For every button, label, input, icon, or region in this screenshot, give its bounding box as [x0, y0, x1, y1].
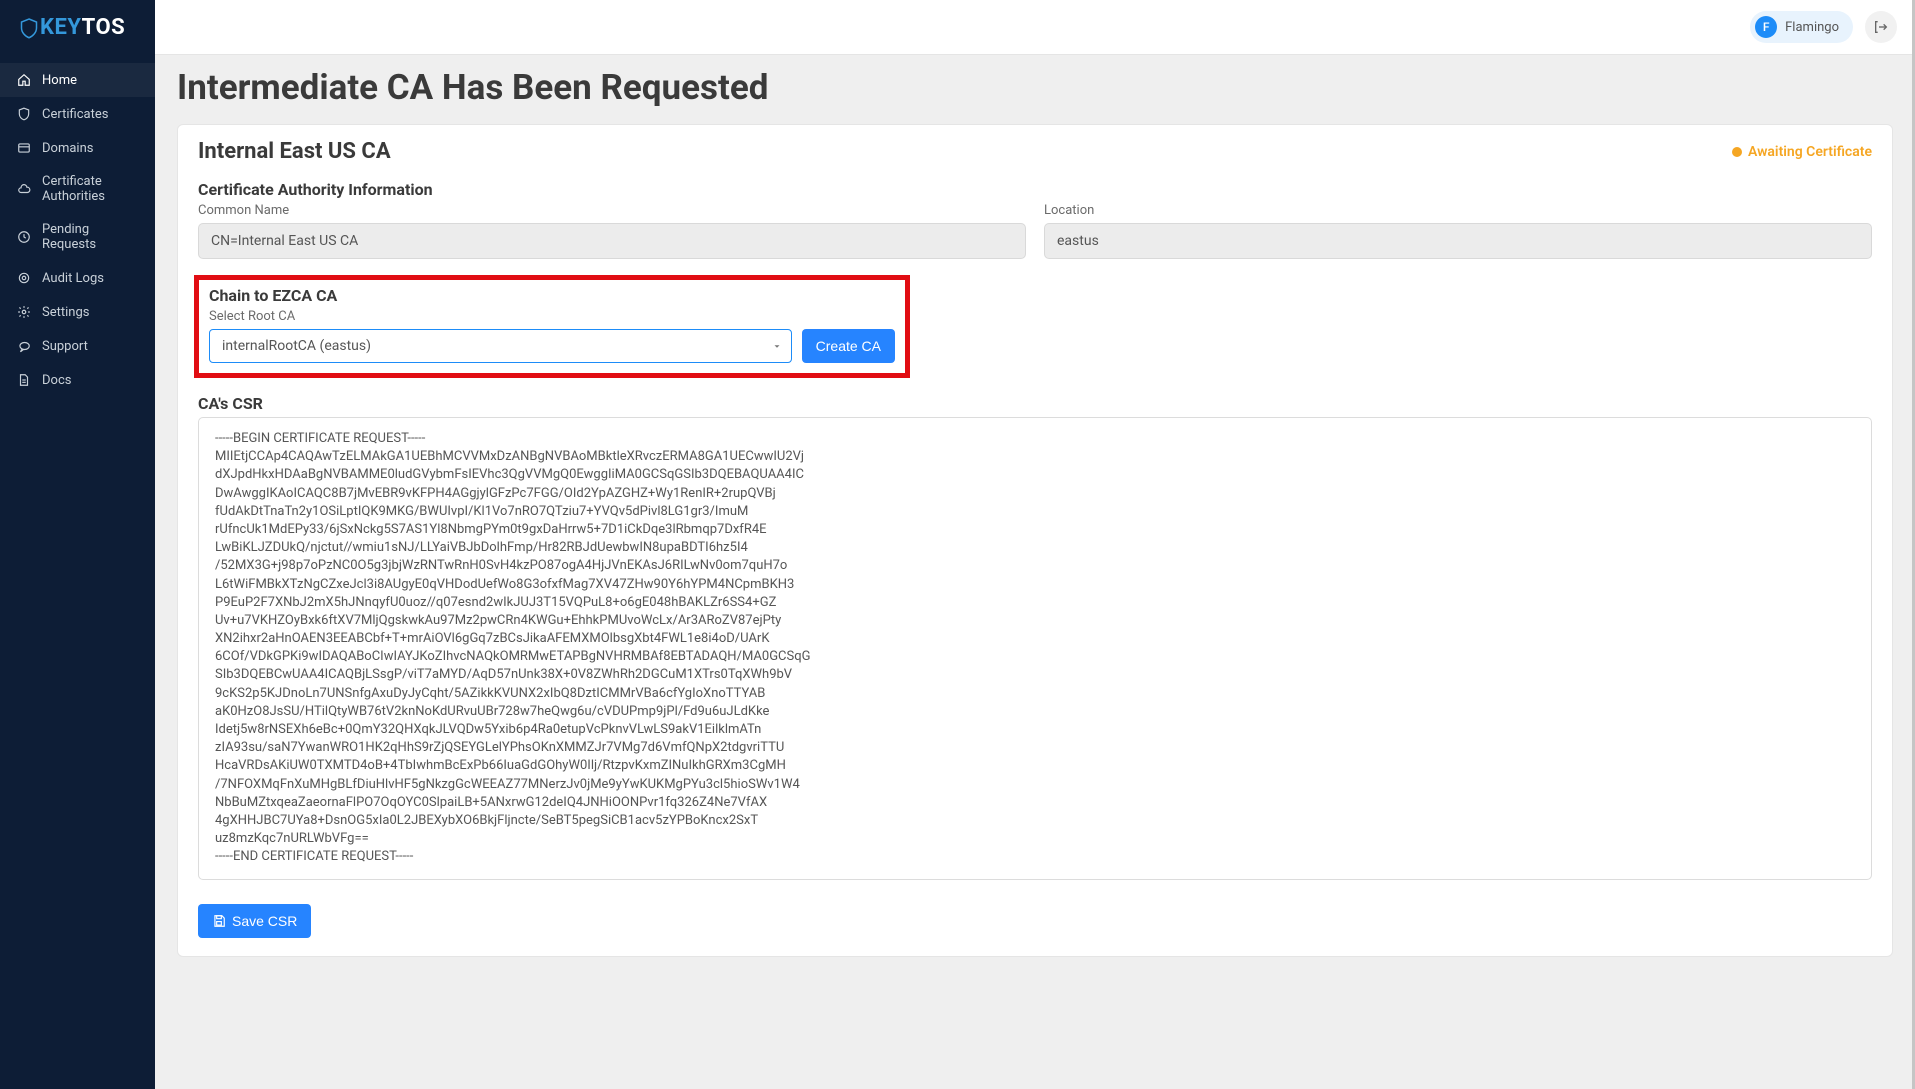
section-title: Certificate Authority Information: [198, 180, 1872, 199]
target-icon: [16, 270, 32, 286]
nav-label: Audit Logs: [42, 271, 104, 286]
card-icon: [16, 140, 32, 156]
cloud-icon: [16, 181, 32, 197]
avatar: F: [1755, 16, 1777, 38]
logout-button[interactable]: [1865, 11, 1897, 43]
sidebar-item-settings[interactable]: Settings: [0, 295, 155, 329]
logout-icon: [1873, 19, 1889, 35]
sidebar-item-support[interactable]: Support: [0, 329, 155, 363]
sidebar: KEYTOS Home Certificates Domains: [0, 0, 155, 1089]
ca-info-section: Certificate Authority Information Common…: [178, 170, 1892, 269]
nav: Home Certificates Domains Certificate Au…: [0, 55, 155, 397]
logo-text: KEYTOS: [40, 15, 125, 40]
select-root-ca-label: Select Root CA: [205, 309, 899, 324]
user-name: Flamingo: [1785, 20, 1839, 35]
ca-card: Internal East US CA Awaiting Certificate…: [177, 124, 1893, 957]
status-text: Awaiting Certificate: [1748, 144, 1872, 160]
ca-name: Internal East US CA: [198, 139, 391, 164]
nav-label: Pending Requests: [42, 222, 139, 252]
csr-title: CA's CSR: [198, 394, 1872, 413]
location-value: eastus: [1044, 223, 1872, 259]
doc-icon: [16, 372, 32, 388]
csr-section: CA's CSR -----BEGIN CERTIFICATE REQUEST-…: [178, 384, 1892, 890]
header: F Flamingo: [155, 0, 1915, 55]
csr-text[interactable]: -----BEGIN CERTIFICATE REQUEST----- MIIE…: [198, 417, 1872, 880]
common-name-label: Common Name: [198, 203, 1026, 218]
chat-icon: [16, 338, 32, 354]
sidebar-item-docs[interactable]: Docs: [0, 363, 155, 397]
chain-section-title: Chain to EZCA CA: [205, 286, 899, 305]
nav-label: Docs: [42, 373, 71, 388]
logo-shield-icon: [20, 17, 38, 39]
chain-highlight: Chain to EZCA CA Select Root CA internal…: [194, 275, 910, 378]
nav-label: Certificates: [42, 107, 108, 122]
status-badge: Awaiting Certificate: [1732, 144, 1872, 160]
save-csr-label: Save CSR: [232, 913, 297, 929]
location-label: Location: [1044, 203, 1872, 218]
save-icon: [212, 914, 226, 928]
page-title: Intermediate CA Has Been Requested: [177, 67, 1893, 108]
sidebar-item-home[interactable]: Home: [0, 63, 155, 97]
common-name-value: CN=Internal East US CA: [198, 223, 1026, 259]
clock-icon: [16, 229, 32, 245]
nav-label: Home: [42, 73, 77, 88]
sidebar-item-audit-logs[interactable]: Audit Logs: [0, 261, 155, 295]
user-menu[interactable]: F Flamingo: [1750, 11, 1853, 43]
card-header: Internal East US CA Awaiting Certificate: [178, 125, 1892, 170]
root-ca-select[interactable]: internalRootCA (eastus): [209, 329, 792, 363]
main: F Flamingo Intermediate CA Has Been Requ…: [155, 0, 1915, 1089]
gear-icon: [16, 304, 32, 320]
sidebar-item-pending-requests[interactable]: Pending Requests: [0, 213, 155, 261]
nav-label: Support: [42, 339, 88, 354]
save-csr-button[interactable]: Save CSR: [198, 904, 311, 938]
nav-label: Domains: [42, 141, 93, 156]
sidebar-item-cert-authorities[interactable]: Certificate Authorities: [0, 165, 155, 213]
home-icon: [16, 72, 32, 88]
nav-label: Settings: [42, 305, 89, 320]
sidebar-item-certificates[interactable]: Certificates: [0, 97, 155, 131]
nav-label: Certificate Authorities: [42, 174, 139, 204]
create-ca-button[interactable]: Create CA: [802, 329, 895, 363]
status-dot-icon: [1732, 147, 1742, 157]
shield-icon: [16, 106, 32, 122]
logo[interactable]: KEYTOS: [0, 0, 155, 55]
content: Intermediate CA Has Been Requested Inter…: [155, 55, 1915, 1089]
sidebar-item-domains[interactable]: Domains: [0, 131, 155, 165]
